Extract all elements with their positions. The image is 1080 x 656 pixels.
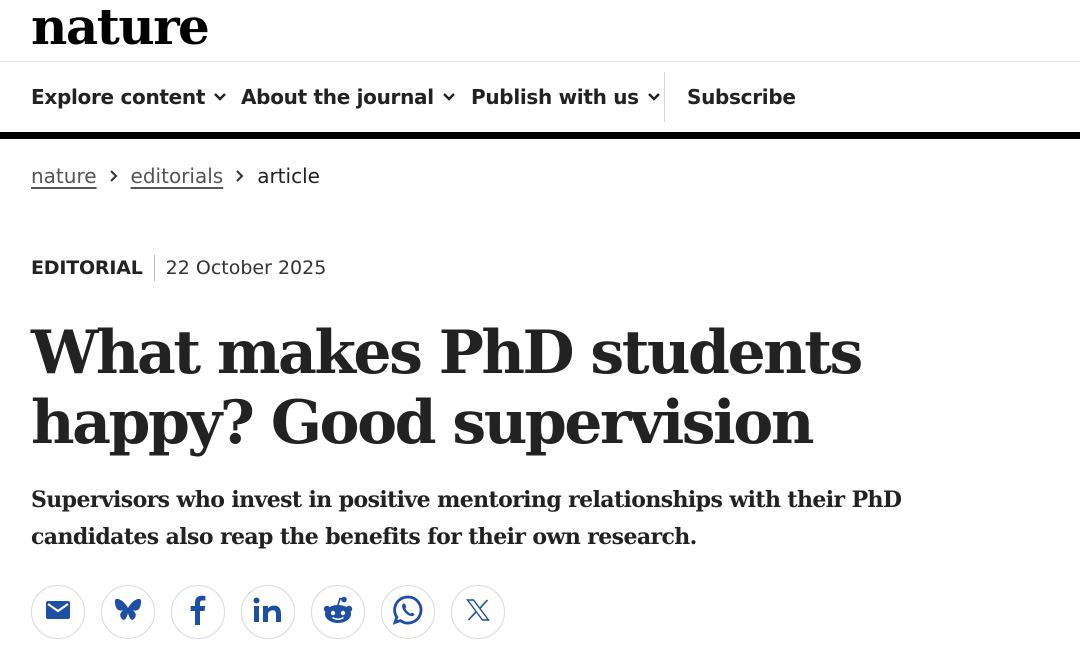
chevron-right-icon (109, 169, 119, 183)
nature-logo[interactable]: nature (31, 0, 210, 52)
breadcrumb-current: article (257, 164, 320, 188)
article-title: What makes PhD students happy? Good supe… (31, 318, 863, 458)
share-bluesky-button[interactable] (101, 585, 155, 639)
whatsapp-icon (392, 594, 424, 631)
chevron-down-icon (213, 92, 227, 102)
article-type: EDITORIAL (31, 257, 143, 279)
nav-separator (664, 72, 665, 122)
breadcrumb-link-editorials[interactable]: editorials (131, 164, 224, 188)
nav-about-journal-label: About the journal (241, 85, 434, 109)
chevron-down-icon (442, 92, 456, 102)
share-facebook-button[interactable] (171, 585, 225, 639)
nav-about-journal[interactable]: About the journal (241, 62, 456, 132)
nav-explore-content-label: Explore content (31, 85, 206, 109)
share-reddit-button[interactable] (311, 585, 365, 639)
email-icon (45, 600, 71, 625)
nav-explore-content[interactable]: Explore content (31, 62, 227, 132)
nav-publish-with-us-label: Publish with us (471, 85, 639, 109)
facebook-icon (190, 595, 206, 630)
nav-subscribe[interactable]: Subscribe (687, 62, 796, 132)
chevron-right-icon (235, 169, 245, 183)
share-bar (31, 585, 521, 639)
x-icon (466, 598, 490, 626)
meta-separator (153, 255, 155, 281)
article-meta: EDITORIAL 22 October 2025 (31, 255, 326, 281)
breadcrumb: nature editorials article (31, 164, 320, 188)
share-email-button[interactable] (31, 585, 85, 639)
nav-bottom-rule (0, 132, 1080, 139)
breadcrumb-link-nature[interactable]: nature (31, 164, 97, 188)
chevron-down-icon (647, 92, 661, 102)
share-whatsapp-button[interactable] (381, 585, 435, 639)
linkedin-icon (253, 597, 283, 628)
reddit-icon (322, 596, 354, 629)
share-linkedin-button[interactable] (241, 585, 295, 639)
share-x-button[interactable] (451, 585, 505, 639)
bluesky-icon (114, 598, 142, 627)
nav-publish-with-us[interactable]: Publish with us (471, 62, 661, 132)
article-standfirst: Supervisors who invest in positive mento… (31, 487, 902, 550)
article-date: 22 October 2025 (165, 257, 327, 279)
main-navigation: Explore content About the journal Publis… (0, 62, 1080, 132)
